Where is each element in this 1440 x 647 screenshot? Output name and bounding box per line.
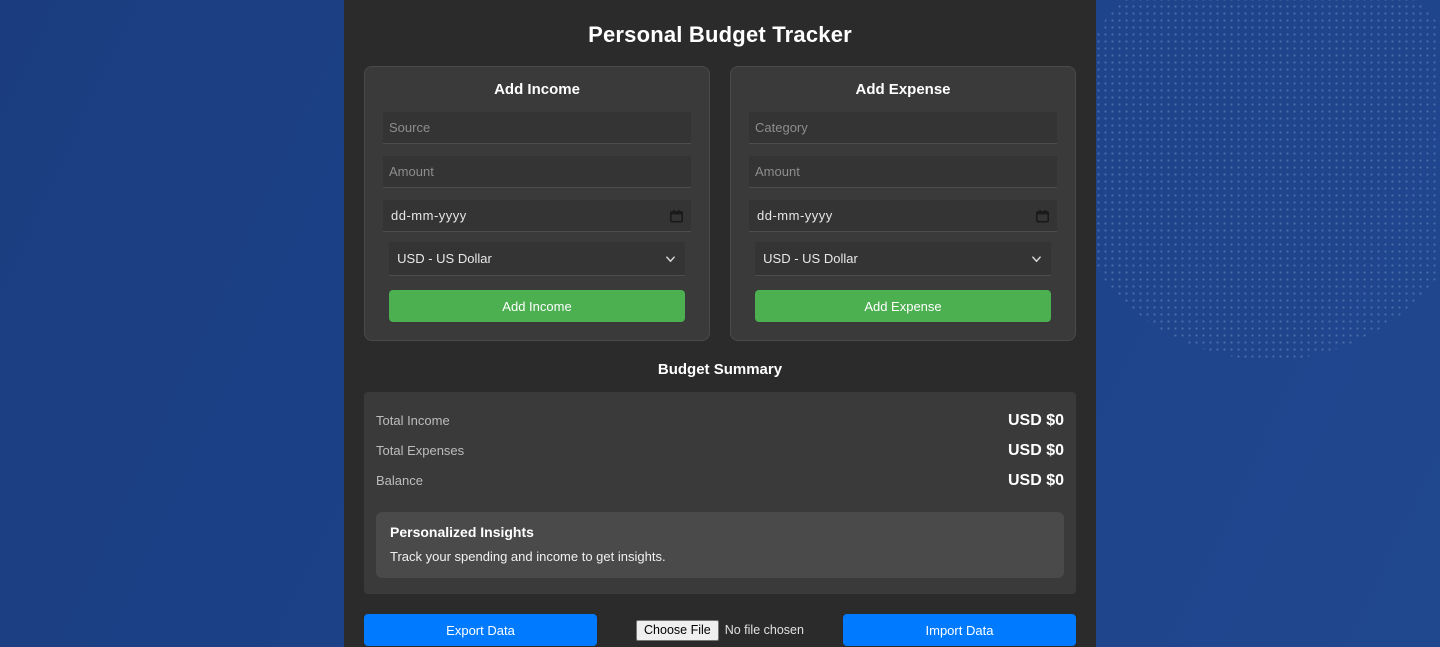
chevron-down-icon[interactable] [1031,254,1042,265]
chevron-down-icon[interactable] [665,254,676,265]
income-source-input[interactable] [383,112,691,144]
add-expense-button[interactable]: Add Expense [755,290,1051,322]
expense-category-input[interactable] [749,112,1057,144]
summary-label: Total Income [376,413,450,428]
summary-label: Balance [376,473,423,488]
summary-value: USD $0 [1007,442,1064,459]
decorative-dot-arc [1060,0,1440,360]
expense-date-value: dd-mm-yyyy [757,208,833,223]
calendar-icon[interactable] [1036,209,1049,222]
summary-row-total-income: Total Income USD $0 [376,406,1064,436]
summary-row-total-expenses: Total Expenses USD $0 [376,436,1064,466]
page-title: Personal Budget Tracker [588,22,852,47]
income-currency-value: USD - US Dollar [397,251,492,266]
budget-tracker-app: Personal Budget Tracker Add Income dd-mm… [344,0,1096,647]
export-data-button[interactable]: Export Data [364,614,597,646]
add-income-heading: Add Income [494,81,580,98]
add-expense-card: Add Expense dd-mm-yyyy USD - US Dollar [730,66,1076,341]
budget-summary-panel: Total Income USD $0 Total Expenses USD $… [364,392,1076,594]
action-bar: Export Data Choose File No file chosen I… [364,614,1076,646]
forms-row: Add Income dd-mm-yyyy USD - US Dollar [364,66,1076,341]
insights-heading: Personalized Insights [390,524,534,540]
insights-text: Track your spending and income to get in… [390,549,666,564]
import-data-button[interactable]: Import Data [842,614,1076,646]
add-income-card: Add Income dd-mm-yyyy USD - US Dollar [364,66,710,341]
import-file-input[interactable]: Choose File No file chosen [636,619,804,641]
calendar-icon[interactable] [670,209,683,222]
expense-currency-select-wrap: USD - US Dollar [755,242,1051,276]
income-date-input[interactable]: dd-mm-yyyy [383,200,691,232]
expense-amount-input[interactable] [749,156,1057,188]
add-expense-heading: Add Expense [855,81,951,98]
expense-date-input[interactable]: dd-mm-yyyy [749,200,1057,232]
expense-currency-select[interactable]: USD - US Dollar [755,242,1051,276]
income-date-value: dd-mm-yyyy [391,208,467,223]
expense-currency-value: USD - US Dollar [763,251,858,266]
summary-label: Total Expenses [376,443,465,458]
summary-value: USD $0 [1007,412,1064,429]
file-status-text: No file chosen [724,623,804,637]
personalized-insights-panel: Personalized Insights Track your spendin… [376,512,1064,578]
income-currency-select-wrap: USD - US Dollar [389,242,685,276]
budget-summary-heading: Budget Summary [657,361,783,378]
add-income-button[interactable]: Add Income [389,290,685,322]
income-currency-select[interactable]: USD - US Dollar [389,242,685,276]
income-amount-input[interactable] [383,156,691,188]
summary-value: USD $0 [1007,472,1064,489]
choose-file-button[interactable]: Choose File [636,619,719,641]
summary-row-balance: Balance USD $0 [376,466,1064,496]
